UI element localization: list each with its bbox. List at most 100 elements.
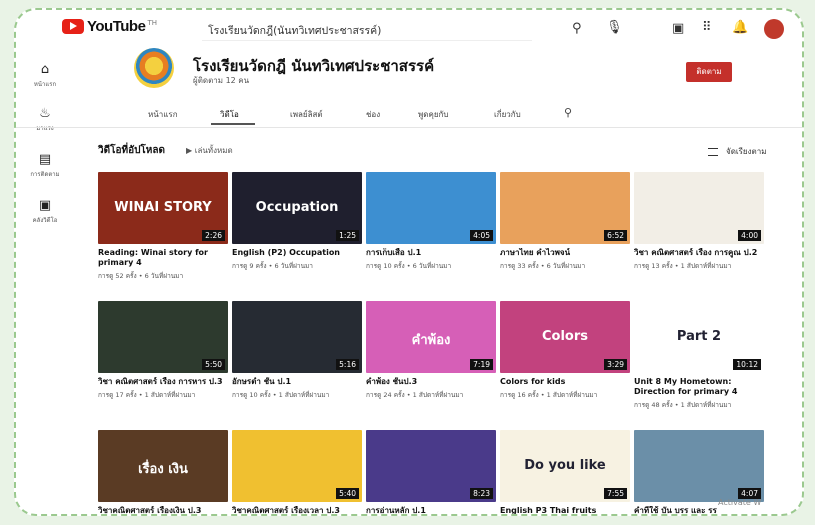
channel-avatar[interactable] xyxy=(134,48,174,88)
top-bar: YouTube TH โรงเรียนวัดกฎี(นันทวิเทศประชา… xyxy=(16,10,802,48)
video-thumbnail[interactable]: 4:07 xyxy=(634,430,764,502)
video-duration: 7:55 xyxy=(604,488,627,499)
tabs-divider xyxy=(16,127,802,128)
apps-grid-icon[interactable]: ⠿ xyxy=(702,20,712,35)
video-card[interactable]: 5:50 วิชา คณิตศาสตร์ เรื่อง การหาร ป.3 การ… xyxy=(98,301,228,400)
video-thumbnail[interactable]: 5:50 xyxy=(98,301,228,373)
video-card[interactable]: 8:23 การอ่านหลัก ป.1 xyxy=(366,430,496,514)
video-card[interactable]: 4:05 การเก็บเสื่อ ป.1 การดู 10 ครั้ง • 6 ว… xyxy=(366,172,496,271)
search-icon[interactable]: ⚲ xyxy=(572,21,582,36)
video-duration: 7:19 xyxy=(470,359,493,370)
video-thumbnail[interactable]: 5:40 xyxy=(232,430,362,502)
video-title[interactable]: Colors for kids xyxy=(500,377,630,387)
sidebar-item-home[interactable]: ⌂ หน้าแรก xyxy=(22,62,68,89)
video-title[interactable]: คำที่ใช้ บัน บรร และ รร xyxy=(634,506,764,514)
sort-button[interactable]: จัดเรียงตาม xyxy=(708,145,766,158)
youtube-logo[interactable]: YouTube TH xyxy=(62,18,157,35)
video-thumbnail[interactable]: 4:00 xyxy=(634,172,764,244)
video-title[interactable]: Reading: Winai story for primary 4 xyxy=(98,248,228,268)
video-card[interactable]: 5:16 อักษรต่ำ ชั้น ป.1 การดู 10 ครั้ง • 1 … xyxy=(232,301,362,400)
video-title[interactable]: วิชาคณิตศาสตร์ เรื่องเงิน ป.3 xyxy=(98,506,228,514)
video-thumbnail[interactable]: 6:52 xyxy=(500,172,630,244)
user-avatar[interactable] xyxy=(764,19,784,39)
thumbnail-caption: Do you like xyxy=(524,458,606,473)
video-title[interactable]: วิชาคณิตศาสตร์ เรื่องเวลา ป.3 xyxy=(232,506,362,514)
fire-icon: ♨ xyxy=(39,106,51,121)
video-title[interactable]: ภาษาไทย คำไวพจน์ xyxy=(500,248,630,258)
video-thumbnail[interactable]: Occupation 1:25 xyxy=(232,172,362,244)
video-meta: การดู 17 ครั้ง • 1 สัปดาห์ที่ผ่านมา xyxy=(98,391,196,399)
video-duration: 5:40 xyxy=(336,488,359,499)
video-thumbnail[interactable]: 8:23 xyxy=(366,430,496,502)
video-duration: 4:05 xyxy=(470,230,493,241)
notification-bell-icon[interactable]: 🔔 xyxy=(732,20,748,35)
create-video-icon[interactable]: ▣ xyxy=(672,21,684,36)
search-input[interactable]: โรงเรียนวัดกฎี(นันทวิเทศประชาสรรค์) xyxy=(202,18,532,41)
video-card[interactable]: คำพ้อง 7:19 คำพ้อง ชั้นป.3 การดู 24 ครั้ง •… xyxy=(366,301,496,400)
sidebar-item-subscriptions[interactable]: ▤ การติดตาม xyxy=(22,152,68,179)
sidebar-item-library[interactable]: ▣ คลังวิดีโอ xyxy=(22,198,68,225)
video-duration: 1:25 xyxy=(336,230,359,241)
tab-about[interactable]: เกี่ยวกับ xyxy=(494,108,521,121)
video-title[interactable]: Unit 8 My Hometown: Direction for primar… xyxy=(634,377,764,397)
subscriptions-icon: ▤ xyxy=(38,152,52,167)
video-thumbnail[interactable]: WINAI STORY 2:26 xyxy=(98,172,228,244)
video-title[interactable]: อักษรต่ำ ชั้น ป.1 xyxy=(232,377,362,387)
video-duration: 10:12 xyxy=(733,359,761,370)
video-thumbnail[interactable]: คำพ้อง 7:19 xyxy=(366,301,496,373)
video-duration: 8:23 xyxy=(470,488,493,499)
video-meta: การดู 13 ครั้ง • 1 สัปดาห์ที่ผ่านมา xyxy=(634,262,732,270)
video-thumbnail[interactable]: เรื่อง เงิน xyxy=(98,430,228,502)
video-duration: 4:00 xyxy=(738,230,761,241)
video-title[interactable]: คำพ้อง ชั้นป.3 xyxy=(366,377,496,387)
video-meta: การดู 48 ครั้ง • 1 สัปดาห์ที่ผ่านมา xyxy=(634,401,732,409)
tab-videos[interactable]: วิดีโอ xyxy=(220,108,239,121)
video-meta: การดู 33 ครั้ง • 6 วันที่ผ่านมา xyxy=(500,262,586,270)
sidebar-item-label: การติดตาม xyxy=(30,171,60,178)
page-frame: YouTube TH โรงเรียนวัดกฎี(นันทวิเทศประชา… xyxy=(14,8,804,516)
thumbnail-caption: คำพ้อง xyxy=(411,333,451,348)
subscribe-button[interactable]: ติดตาม xyxy=(686,62,732,82)
video-meta: การดู 9 ครั้ง • 6 วันที่ผ่านมา xyxy=(232,262,313,270)
tab-channels[interactable]: ช่อง xyxy=(366,108,380,121)
video-card[interactable]: Occupation 1:25 English (P2) Occupation การ… xyxy=(232,172,362,271)
tab-playlists[interactable]: เพลย์ลิสต์ xyxy=(290,108,323,121)
video-title[interactable]: การอ่านหลัก ป.1 xyxy=(366,506,496,514)
video-thumbnail[interactable]: 5:16 xyxy=(232,301,362,373)
video-title[interactable]: English (P2) Occupation xyxy=(232,248,362,258)
video-card[interactable]: 4:00 วิชา คณิตศาสตร์ เรื่อง การคูณ ป.2 การ… xyxy=(634,172,764,271)
video-meta: การดู 24 ครั้ง • 1 สัปดาห์ที่ผ่านมา xyxy=(366,391,464,399)
subscriber-count: ผู้ติดตาม 12 คน xyxy=(193,76,250,85)
sidebar-item-trending[interactable]: ♨ มาแรง xyxy=(22,106,68,133)
video-card[interactable]: Do you like 7:55 English P3 Thai fruits xyxy=(500,430,630,514)
video-duration: 5:16 xyxy=(336,359,359,370)
thumbnail-caption: เรื่อง เงิน xyxy=(138,462,188,477)
video-meta: การดู 10 ครั้ง • 6 วันที่ผ่านมา xyxy=(366,262,452,270)
microphone-icon[interactable]: 🎙 xyxy=(606,20,623,35)
thumbnail-caption: Part 2 xyxy=(676,329,722,344)
video-title[interactable]: วิชา คณิตศาสตร์ เรื่อง การหาร ป.3 xyxy=(98,377,228,387)
activate-windows-watermark: Activate W xyxy=(718,498,762,507)
thumbnail-caption: Colors xyxy=(541,329,588,344)
tab-home[interactable]: หน้าแรก xyxy=(148,108,178,121)
video-card[interactable]: Part 2 10:12 Unit 8 My Hometown: Direction… xyxy=(634,301,764,410)
video-title[interactable]: การเก็บเสื่อ ป.1 xyxy=(366,248,496,258)
video-card[interactable]: Colors 3:29 Colors for kids การดู 16 ครั้ง … xyxy=(500,301,630,400)
video-card[interactable]: WINAI STORY 2:26 Reading: Winai story for … xyxy=(98,172,228,281)
video-card[interactable]: 5:40 วิชาคณิตศาสตร์ เรื่องเวลา ป.3 xyxy=(232,430,362,514)
play-all-button[interactable]: ▶ เล่นทั้งหมด xyxy=(186,144,233,157)
video-thumbnail[interactable]: Part 2 10:12 xyxy=(634,301,764,373)
tab-community[interactable]: พูดคุยกับ xyxy=(418,108,448,121)
video-card[interactable]: 6:52 ภาษาไทย คำไวพจน์การดู 33 ครั้ง • 6 ว… xyxy=(500,172,630,271)
channel-search-icon[interactable]: ⚲ xyxy=(564,106,572,119)
sort-label: จัดเรียงตาม xyxy=(726,147,767,156)
video-card[interactable]: เรื่อง เงินวิชาคณิตศาสตร์ เรื่องเงิน ป.3 xyxy=(98,430,228,514)
video-title[interactable]: วิชา คณิตศาสตร์ เรื่อง การคูณ ป.2 xyxy=(634,248,764,258)
video-thumbnail[interactable]: Colors 3:29 xyxy=(500,301,630,373)
play-all-label: เล่นทั้งหมด xyxy=(194,146,233,155)
sidebar-item-label: หน้าแรก xyxy=(33,81,57,88)
video-title[interactable]: English P3 Thai fruits xyxy=(500,506,630,514)
video-thumbnail[interactable]: Do you like 7:55 xyxy=(500,430,630,502)
video-thumbnail[interactable]: 4:05 xyxy=(366,172,496,244)
video-meta: การดู 16 ครั้ง • 1 สัปดาห์ที่ผ่านมา xyxy=(500,391,598,399)
